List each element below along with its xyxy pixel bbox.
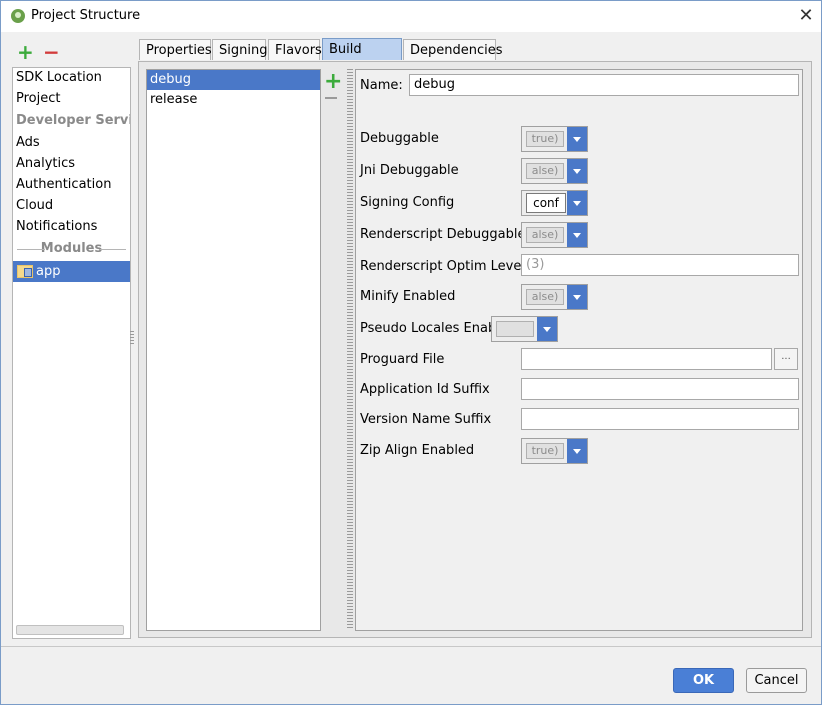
minify-enabled-value: alse) <box>526 289 564 305</box>
nav-item-project[interactable]: Project <box>16 89 60 109</box>
application-id-suffix-input[interactable] <box>521 378 799 400</box>
add-build-type-icon[interactable]: + <box>324 71 342 93</box>
minify-enabled-label: Minify Enabled <box>360 289 456 304</box>
version-name-suffix-label: Version Name Suffix <box>360 412 492 427</box>
tab-signing[interactable]: Signing <box>212 39 267 60</box>
renderscript-debuggable-combo[interactable]: alse) <box>521 222 588 248</box>
renderscript-optim-level-label: Renderscript Optim Level <box>360 259 525 274</box>
renderscript-optim-level-input[interactable]: (3) <box>521 254 799 276</box>
signing-config-label: Signing Config <box>360 195 455 210</box>
nav-header-developer-services: Developer Services <box>16 113 130 128</box>
module-folder-icon <box>17 265 33 278</box>
project-structure-window: Project Structure ✕ + − SDK Location Pro… <box>0 0 822 705</box>
jni-debuggable-label: Jni Debuggable <box>360 163 459 178</box>
cancel-button[interactable]: Cancel <box>746 668 807 693</box>
name-input[interactable]: debug <box>409 74 799 96</box>
version-name-suffix-input[interactable] <box>521 408 799 430</box>
nav-horizontal-scrollbar[interactable] <box>16 625 124 635</box>
chevron-down-icon[interactable] <box>567 127 587 151</box>
nav-item-notifications[interactable]: Notifications <box>16 217 97 237</box>
chevron-down-icon[interactable] <box>567 285 587 309</box>
nav-item-ads[interactable]: Ads <box>16 133 40 153</box>
renderscript-debuggable-value: alse) <box>526 227 564 243</box>
title-bar: Project Structure ✕ <box>1 1 821 32</box>
remove-build-type-icon[interactable] <box>325 97 337 99</box>
window-title: Project Structure <box>31 8 141 23</box>
tab-build-types[interactable]: Build Types <box>322 38 402 78</box>
renderscript-debuggable-label: Renderscript Debuggable <box>360 227 526 242</box>
chevron-down-icon[interactable] <box>567 191 587 215</box>
chevron-down-icon[interactable] <box>567 439 587 463</box>
nav-item-authentication[interactable]: Authentication <box>16 175 111 195</box>
nav-header-modules: Modules <box>13 239 130 259</box>
nav-item-cloud[interactable]: Cloud <box>16 196 53 216</box>
debuggable-value: true) <box>526 131 564 147</box>
left-splitter-handle[interactable] <box>130 331 134 345</box>
close-button[interactable]: ✕ <box>791 1 821 32</box>
debuggable-combo[interactable]: true) <box>521 126 588 152</box>
build-type-item-release[interactable]: release <box>147 90 320 110</box>
minify-enabled-combo[interactable]: alse) <box>521 284 588 310</box>
jni-debuggable-value: alse) <box>526 163 564 179</box>
zip-align-enabled-combo[interactable]: true) <box>521 438 588 464</box>
name-label: Name: <box>360 78 403 93</box>
nav-item-analytics[interactable]: Analytics <box>16 154 75 174</box>
nav-item-app[interactable]: app <box>13 261 130 282</box>
tab-dependencies[interactable]: Dependencies <box>403 39 503 60</box>
jni-debuggable-combo[interactable]: alse) <box>521 158 588 184</box>
tab-flavors[interactable]: Flavors <box>268 39 322 60</box>
add-icon[interactable]: + <box>17 42 34 62</box>
proguard-file-input[interactable] <box>521 348 772 370</box>
pseudo-locales-enabled-combo[interactable] <box>491 316 558 342</box>
nav-item-sdk-location[interactable]: SDK Location <box>16 68 102 88</box>
application-id-suffix-label: Application Id Suffix <box>360 382 490 397</box>
signing-config-input[interactable]: conf <box>526 193 566 213</box>
build-type-item-debug[interactable]: debug <box>147 70 320 90</box>
build-type-form: Name: debug Debuggable true) Jni Debugga… <box>355 69 803 631</box>
tab-properties[interactable]: Properties <box>139 39 212 60</box>
nav-item-app-label: app <box>36 264 61 279</box>
chevron-down-icon[interactable] <box>537 317 557 341</box>
proguard-browse-button[interactable]: ... <box>774 348 798 370</box>
module-nav-list: SDK Location Project Developer Services … <box>12 67 131 639</box>
ok-button[interactable]: OK <box>673 668 734 693</box>
remove-icon[interactable]: − <box>43 42 60 62</box>
chevron-down-icon[interactable] <box>567 223 587 247</box>
chevron-down-icon[interactable] <box>567 159 587 183</box>
build-types-list: debug release <box>146 69 321 631</box>
android-studio-icon <box>11 9 25 23</box>
zip-align-enabled-label: Zip Align Enabled <box>360 443 475 458</box>
proguard-file-label: Proguard File <box>360 352 445 367</box>
list-splitter-handle[interactable] <box>347 69 353 629</box>
signing-config-combo[interactable]: conf <box>521 190 588 216</box>
footer-divider <box>1 646 821 647</box>
zip-align-enabled-value: true) <box>526 443 564 459</box>
debuggable-label: Debuggable <box>360 131 439 146</box>
pseudo-locales-enabled-value <box>496 321 534 337</box>
